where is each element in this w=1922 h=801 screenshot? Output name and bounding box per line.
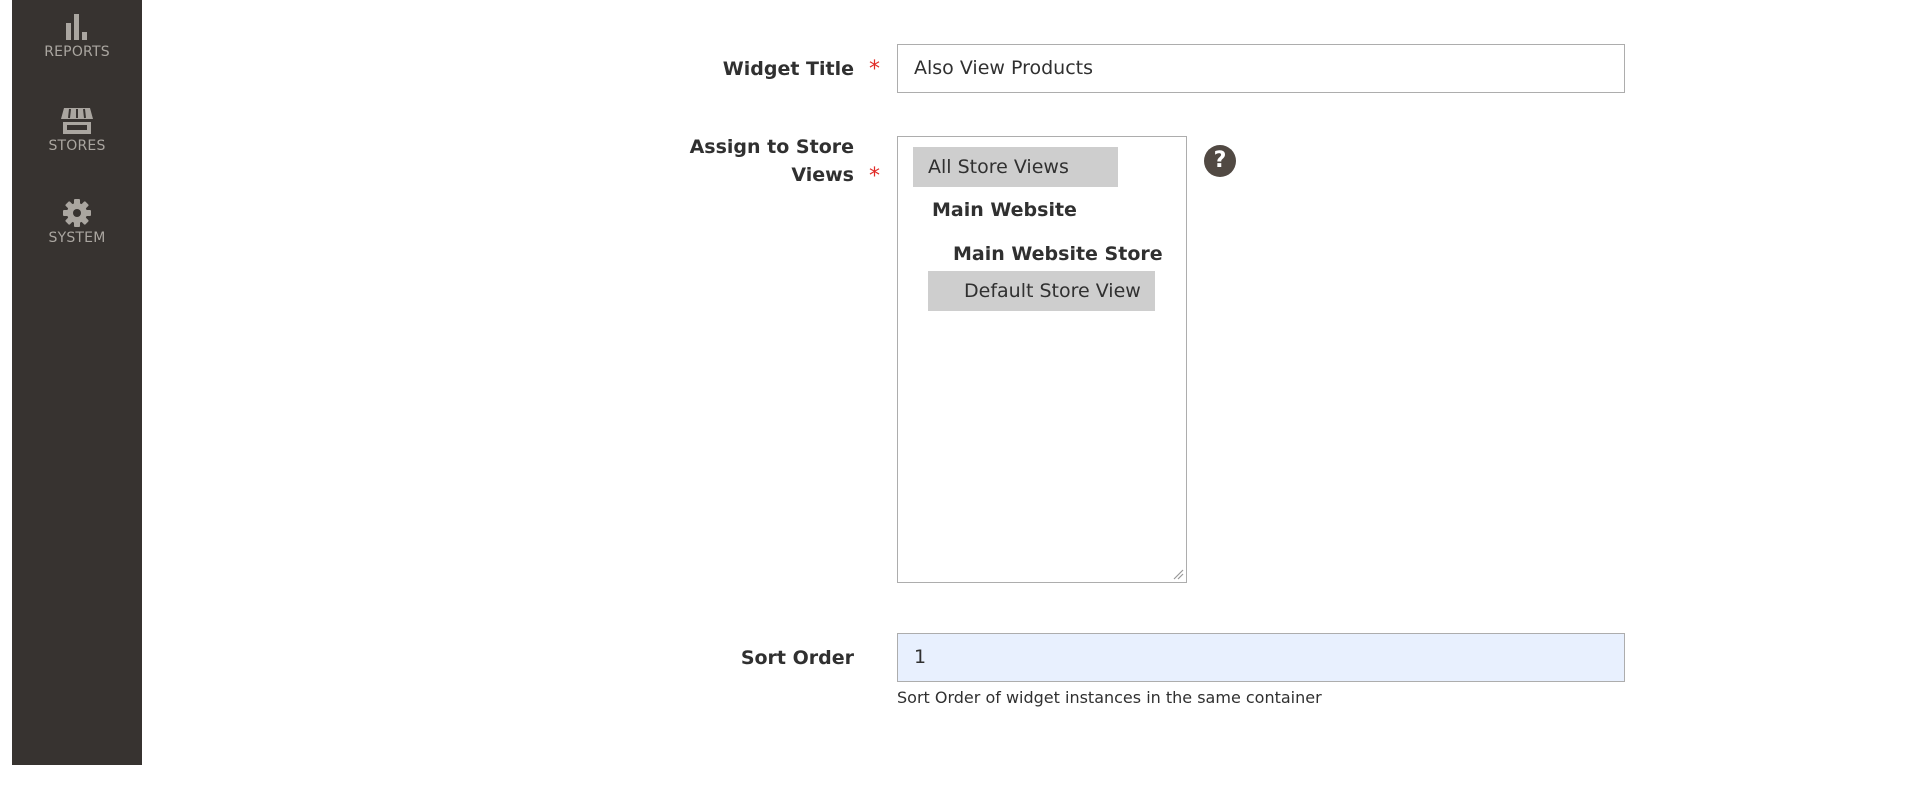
nav-item-reports[interactable]: REPORTS: [12, 12, 142, 60]
bar-chart-icon: [66, 14, 87, 40]
option-default-store-view[interactable]: Default Store View: [928, 271, 1155, 311]
option-all-store-views[interactable]: All Store Views: [913, 147, 1118, 187]
storefront-icon: [61, 108, 93, 134]
nav-item-label: STORES: [48, 138, 106, 154]
widget-title-label: Widget Title: [722, 58, 854, 80]
optgroup-main-website: Main Website: [932, 199, 1077, 221]
required-mark: *: [869, 164, 880, 189]
widget-title-input[interactable]: Also View Products: [897, 44, 1625, 93]
nav-item-system[interactable]: SYSTEM: [12, 198, 142, 246]
sort-order-label: Sort Order: [740, 647, 854, 669]
store-views-label-line1: Assign to Store: [689, 136, 854, 158]
nav-item-label: SYSTEM: [48, 230, 106, 246]
sort-order-note: Sort Order of widget instances in the sa…: [897, 688, 1322, 707]
nav-item-stores[interactable]: STORES: [12, 106, 142, 154]
store-views-multiselect[interactable]: All Store Views Main Website Main Websit…: [897, 136, 1187, 583]
admin-sidebar: REPORTS STORES SYSTEM: [12, 0, 142, 765]
nav-item-label: REPORTS: [44, 44, 110, 60]
store-views-label: Assign to Store Views: [690, 133, 854, 189]
gear-icon: [63, 199, 91, 227]
resize-handle-icon[interactable]: [1172, 568, 1184, 580]
help-icon[interactable]: ?: [1204, 145, 1236, 177]
store-views-label-line2: Views: [791, 164, 854, 186]
required-mark: *: [869, 57, 880, 82]
sort-order-input[interactable]: 1: [897, 633, 1625, 682]
optgroup-main-website-store: Main Website Store: [953, 243, 1163, 265]
